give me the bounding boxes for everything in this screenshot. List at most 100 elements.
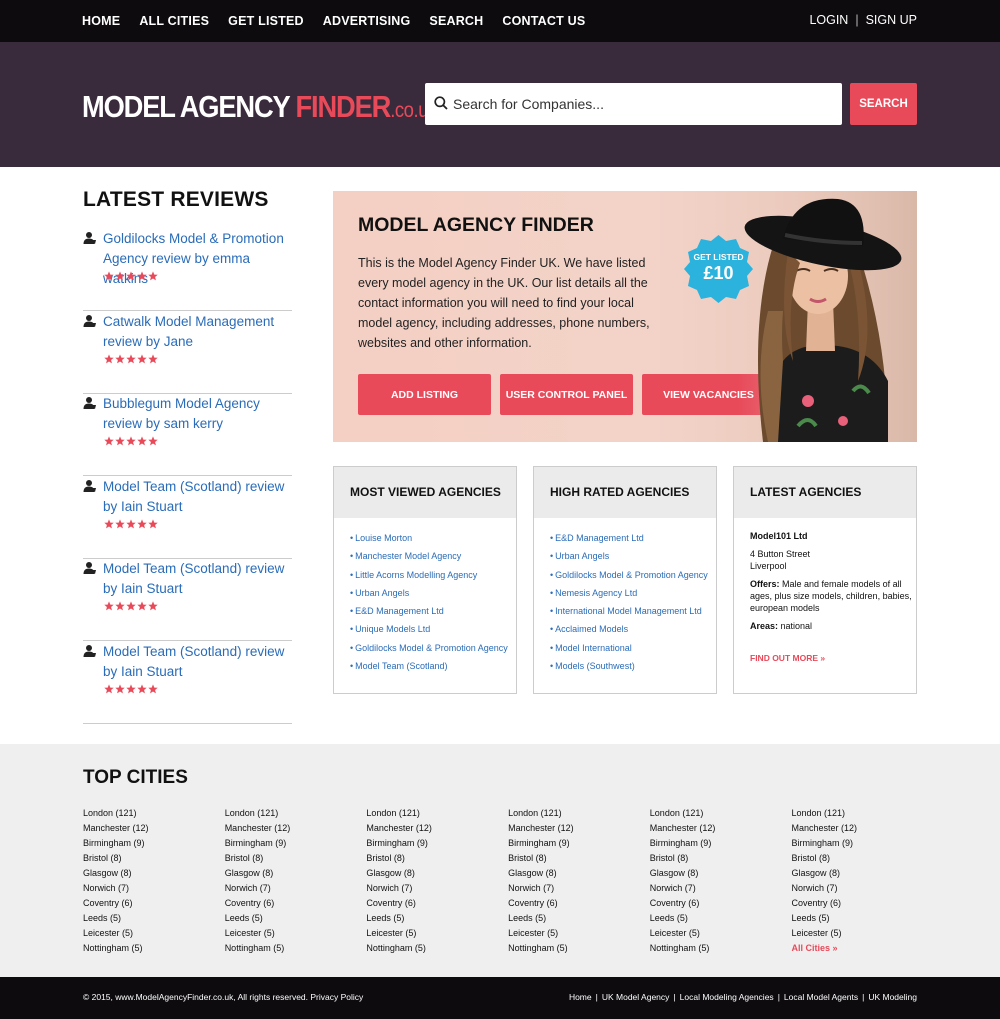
city-link[interactable]: Birmingham (9) (650, 837, 780, 852)
city-link[interactable]: Leeds (5) (508, 912, 638, 927)
city-link[interactable]: Norwich (7) (508, 882, 638, 897)
city-link[interactable]: Coventry (6) (83, 897, 213, 912)
city-link[interactable]: Coventry (6) (225, 897, 355, 912)
city-link[interactable]: Glasgow (8) (792, 867, 922, 882)
footer-link[interactable]: UK Modeling (868, 992, 917, 1002)
review-link[interactable]: Model Team (Scotland) review by Iain Stu… (103, 477, 298, 517)
agency-link[interactable]: Little Acorns Modelling Agency (350, 568, 516, 586)
nav-all-cities[interactable]: ALL CITIES (139, 14, 209, 28)
city-link[interactable]: Leicester (5) (366, 927, 496, 942)
footer-link[interactable]: Local Modeling Agencies (680, 992, 774, 1002)
city-link[interactable]: London (121) (366, 807, 496, 822)
city-link[interactable]: Bristol (8) (83, 852, 213, 867)
agency-link[interactable]: Goldilocks Model & Promotion Agency (550, 568, 716, 586)
get-listed-badge[interactable]: GET LISTED £10 (682, 233, 755, 304)
city-link[interactable]: London (121) (225, 807, 355, 822)
city-link[interactable]: Coventry (6) (650, 897, 780, 912)
agency-link[interactable]: Urban Angels (350, 586, 516, 604)
agency-link[interactable]: Model International (550, 641, 716, 659)
city-link[interactable]: Norwich (7) (225, 882, 355, 897)
city-link[interactable]: Leeds (5) (83, 912, 213, 927)
footer-link[interactable]: Home (569, 992, 592, 1002)
login-link[interactable]: LOGIN (809, 13, 848, 27)
city-link[interactable]: Leeds (5) (225, 912, 355, 927)
agency-link[interactable]: Manchester Model Agency (350, 549, 516, 567)
city-link[interactable]: Nottingham (5) (225, 942, 355, 957)
city-link[interactable]: Birmingham (9) (792, 837, 922, 852)
city-link[interactable]: Leicester (5) (225, 927, 355, 942)
city-link[interactable]: Glasgow (8) (508, 867, 638, 882)
signup-link[interactable]: SIGN UP (866, 13, 917, 27)
user-control-panel-button[interactable]: USER CONTROL PANEL (500, 374, 633, 415)
agency-link[interactable]: E&D Management Ltd (550, 531, 716, 549)
city-link[interactable]: Manchester (12) (83, 822, 213, 837)
city-link[interactable]: London (121) (508, 807, 638, 822)
nav-advertising[interactable]: ADVERTISING (323, 14, 411, 28)
city-link[interactable]: Coventry (6) (792, 897, 922, 912)
city-link[interactable]: Glasgow (8) (366, 867, 496, 882)
add-listing-button[interactable]: ADD LISTING (358, 374, 491, 415)
review-link[interactable]: Bubblegum Model Agency review by sam ker… (103, 394, 298, 434)
city-link[interactable]: Leicester (5) (508, 927, 638, 942)
agency-link[interactable]: Urban Angels (550, 549, 716, 567)
site-logo[interactable]: MODEL AGENCY FINDER.co.uk (82, 89, 437, 125)
city-link[interactable]: Leeds (5) (650, 912, 780, 927)
search-input[interactable] (453, 83, 833, 125)
city-link[interactable]: London (121) (650, 807, 780, 822)
agency-link[interactable]: Models (Southwest) (550, 659, 716, 677)
review-link[interactable]: Model Team (Scotland) review by Iain Stu… (103, 559, 298, 599)
city-link[interactable]: Birmingham (9) (508, 837, 638, 852)
city-link[interactable]: Nottingham (5) (366, 942, 496, 957)
city-link[interactable]: London (121) (792, 807, 922, 822)
nav-contact-us[interactable]: CONTACT US (502, 14, 585, 28)
nav-get-listed[interactable]: GET LISTED (228, 14, 304, 28)
city-link[interactable]: Coventry (6) (508, 897, 638, 912)
city-link[interactable]: Norwich (7) (650, 882, 780, 897)
city-link[interactable]: Norwich (7) (83, 882, 213, 897)
city-link[interactable]: Nottingham (5) (508, 942, 638, 957)
find-out-more-link[interactable]: FIND OUT MORE » (750, 652, 916, 664)
city-link[interactable]: Bristol (8) (792, 852, 922, 867)
nav-search[interactable]: SEARCH (429, 14, 483, 28)
city-link[interactable]: Norwich (7) (366, 882, 496, 897)
city-link[interactable]: Manchester (12) (650, 822, 780, 837)
agency-link[interactable]: Model Team (Scotland) (350, 659, 516, 677)
city-link[interactable]: Leeds (5) (366, 912, 496, 927)
footer-link[interactable]: UK Model Agency (602, 992, 670, 1002)
city-link[interactable]: Leicester (5) (650, 927, 780, 942)
city-link[interactable]: Leicester (5) (792, 927, 922, 942)
agency-link[interactable]: Nemesis Agency Ltd (550, 586, 716, 604)
city-link[interactable]: London (121) (83, 807, 213, 822)
city-link[interactable]: Bristol (8) (508, 852, 638, 867)
agency-link[interactable]: E&D Management Ltd (350, 604, 516, 622)
city-link[interactable]: Nottingham (5) (650, 942, 780, 957)
city-link[interactable]: Glasgow (8) (650, 867, 780, 882)
city-link[interactable]: Manchester (12) (792, 822, 922, 837)
agency-link[interactable]: Acclaimed Models (550, 622, 716, 640)
city-link[interactable]: Bristol (8) (225, 852, 355, 867)
city-link[interactable]: Manchester (12) (366, 822, 496, 837)
city-link[interactable]: Coventry (6) (366, 897, 496, 912)
footer-link[interactable]: Local Model Agents (784, 992, 858, 1002)
city-link[interactable]: Glasgow (8) (225, 867, 355, 882)
city-link[interactable]: Norwich (7) (792, 882, 922, 897)
agency-link[interactable]: Goldilocks Model & Promotion Agency (350, 641, 516, 659)
city-link[interactable]: Bristol (8) (650, 852, 780, 867)
city-link[interactable]: Leeds (5) (792, 912, 922, 927)
review-link[interactable]: Catwalk Model Management review by Jane (103, 312, 298, 352)
city-link[interactable]: Leicester (5) (83, 927, 213, 942)
all-cities-link[interactable]: All Cities » (792, 942, 922, 957)
search-button[interactable]: SEARCH (850, 83, 917, 125)
city-link[interactable]: Nottingham (5) (83, 942, 213, 957)
agency-link[interactable]: Louise Morton (350, 531, 516, 549)
city-link[interactable]: Birmingham (9) (225, 837, 355, 852)
agency-name[interactable]: Model101 Ltd (750, 530, 916, 542)
city-link[interactable]: Birmingham (9) (83, 837, 213, 852)
review-link[interactable]: Model Team (Scotland) review by Iain Stu… (103, 642, 298, 682)
city-link[interactable]: Birmingham (9) (366, 837, 496, 852)
city-link[interactable]: Manchester (12) (508, 822, 638, 837)
city-link[interactable]: Glasgow (8) (83, 867, 213, 882)
city-link[interactable]: Manchester (12) (225, 822, 355, 837)
agency-link[interactable]: Unique Models Ltd (350, 622, 516, 640)
agency-link[interactable]: International Model Management Ltd (550, 604, 716, 622)
